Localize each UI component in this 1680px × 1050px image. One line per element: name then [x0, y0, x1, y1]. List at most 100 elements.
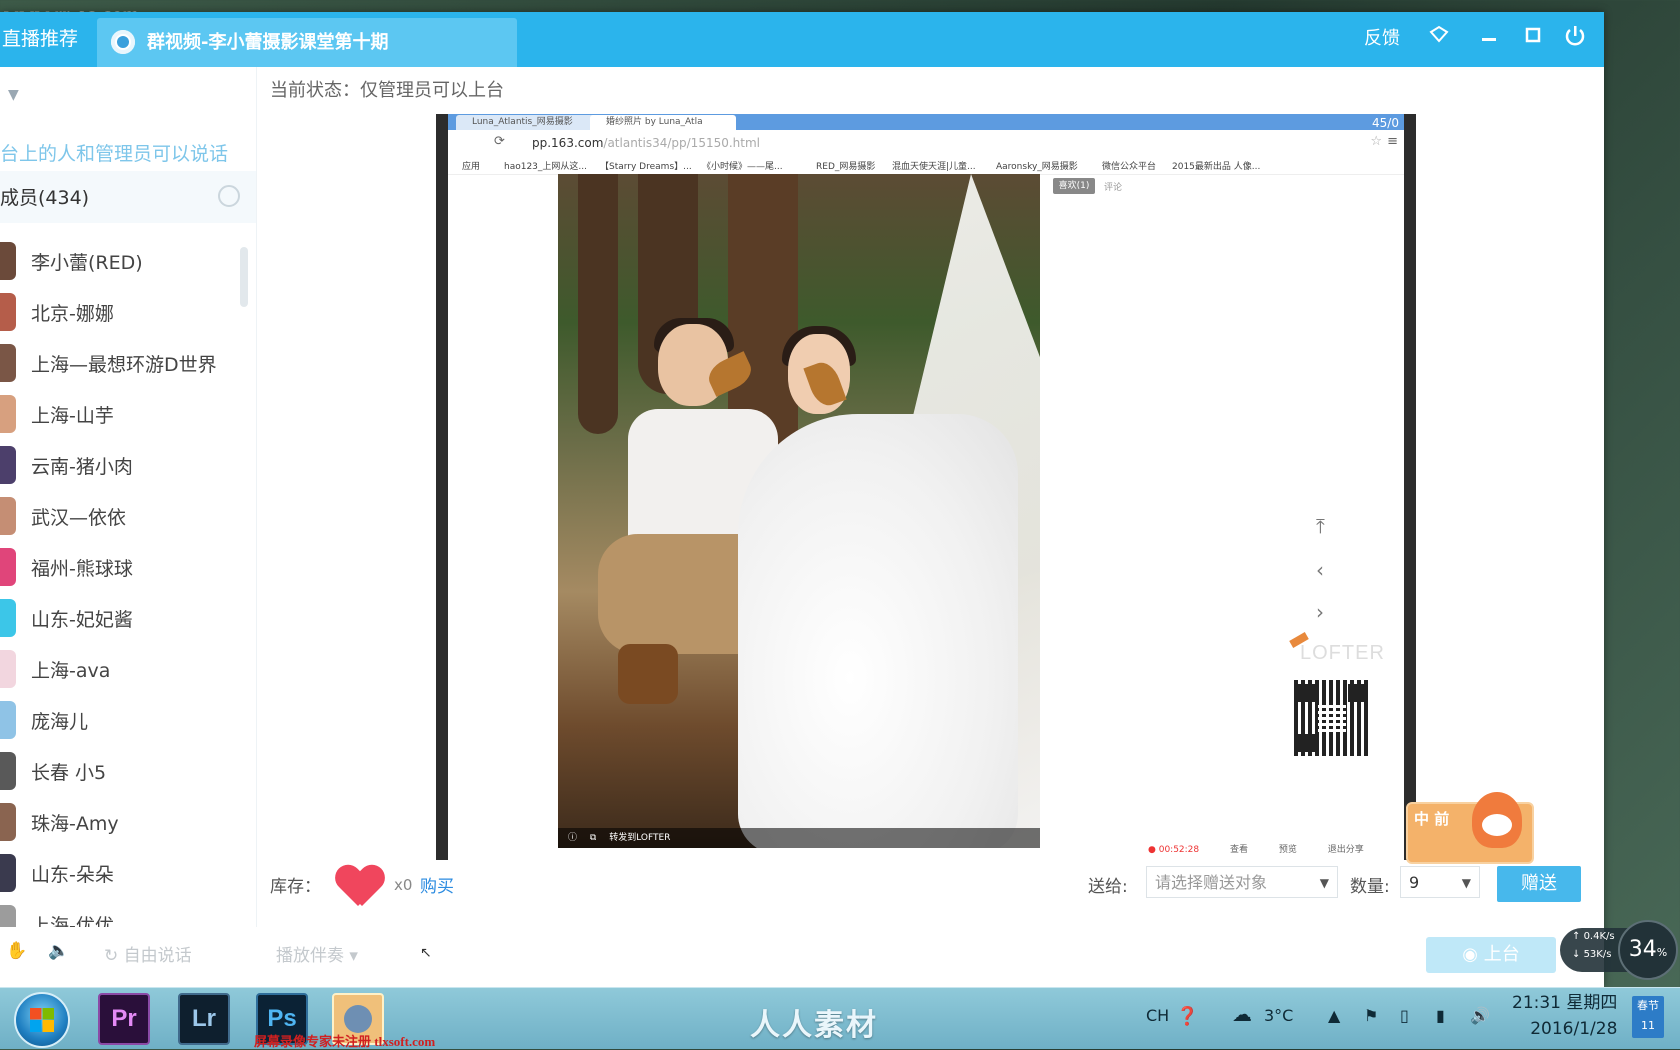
bookmark-item: 【Starry Dreams】... — [600, 162, 692, 172]
members-count: 成员(434) — [0, 187, 90, 209]
feedback-button[interactable]: 反馈 — [1364, 24, 1400, 54]
member-name: 上海-山芋 — [31, 405, 114, 427]
prev-icon: ‹ — [1316, 558, 1324, 582]
fox-mascot[interactable]: 中 前 — [1406, 792, 1534, 864]
search-icon[interactable] — [218, 185, 240, 207]
stock-label: 库存： — [270, 877, 321, 897]
avatar — [0, 701, 16, 739]
avatar — [0, 803, 16, 841]
bookmark-item: hao123_上网从这... — [504, 162, 587, 172]
list-item[interactable]: 珠海-Amy — [0, 796, 256, 847]
wedding-photo: ⓘ ⧉ 转发到LOFTER — [558, 174, 1040, 848]
bookmark-item: 应用 — [462, 162, 481, 172]
go-on-stage-button[interactable]: ◉ 上台 — [1426, 937, 1556, 973]
network-speed-widget[interactable]: ↑ 0.4K/s ↓ 53K/s 34% — [1560, 920, 1678, 980]
taskbar: Pr Lr Ps 人人素材 CH ❓ ☁ 3°C ▲ ⚑ ▯ ▮ 🔊 21:31… — [0, 987, 1680, 1049]
flag-icon[interactable]: ⚑ — [1364, 1006, 1378, 1025]
back-to-top-icon: ⤒ — [1316, 514, 1325, 538]
avatar — [0, 344, 16, 382]
qr-code — [1292, 678, 1372, 758]
language-indicator[interactable]: CH — [1146, 1006, 1169, 1025]
avatar — [0, 446, 16, 484]
minimize-icon[interactable] — [1474, 24, 1504, 56]
list-item[interactable]: 庞海儿 — [0, 694, 256, 745]
premiere-app[interactable]: Pr — [98, 993, 150, 1045]
collapse-arrow-icon[interactable]: ▼ — [8, 87, 19, 103]
browser-address-bar: ⟳ pp.163.com/atlantis34/pp/15150.html ☆ … — [448, 130, 1404, 157]
list-item[interactable]: 武汉—依依 — [0, 490, 256, 541]
list-item[interactable]: 福州-熊球球 — [0, 541, 256, 592]
hand-icon[interactable]: ✋ — [6, 941, 27, 961]
share-to-lofter: 转发到LOFTER — [609, 833, 671, 843]
help-icon[interactable]: ❓ — [1176, 1006, 1198, 1027]
clock[interactable]: 21:31 星期四 2016/1/28 — [1512, 990, 1617, 1042]
shared-screen: Luna_Atlantis_网易摄影 婚纱照片 by Luna_Atla ⟳ p… — [436, 114, 1416, 860]
free-talk-toggle[interactable]: ↻ 自由说话 — [104, 941, 192, 966]
avatar — [0, 395, 16, 433]
quantity-label: 数量: — [1350, 877, 1390, 897]
recipient-select[interactable]: 请选择赠送对象 ▼ — [1146, 866, 1338, 898]
weather-temp: 3°C — [1264, 1006, 1294, 1025]
tray-expand-icon[interactable]: ▲ — [1328, 1006, 1340, 1025]
fullscreen-icon: ⧉ — [589, 833, 597, 843]
avatar — [0, 752, 16, 790]
avatar — [0, 599, 16, 637]
volume-icon[interactable]: 🔊 — [1470, 1006, 1490, 1025]
buy-link[interactable]: 购买 — [420, 872, 454, 897]
skin-icon[interactable] — [1424, 24, 1454, 56]
user-icon: ◉ — [1462, 944, 1484, 965]
time: 21:31 星期四 — [1512, 993, 1618, 1013]
avatar — [0, 242, 16, 280]
member-name: 李小蕾(RED) — [31, 252, 143, 274]
network-icon[interactable]: ▮ — [1436, 1006, 1445, 1025]
chevron-down-icon: ▾ — [349, 946, 358, 966]
heart-gift-icon[interactable] — [336, 866, 380, 910]
list-item[interactable]: 李小蕾(RED) — [0, 235, 256, 286]
calendar-icon[interactable]: 春节 11 — [1632, 996, 1664, 1038]
list-item[interactable]: 上海—最想环游D世界 — [0, 337, 256, 388]
lofter-logo: LOFTER — [1300, 642, 1385, 664]
lightroom-app[interactable]: Lr — [178, 993, 230, 1045]
browser-url: pp.163.com/atlantis34/pp/15150.html — [532, 136, 761, 150]
tab-live-recommend[interactable]: 直播推荐 — [0, 12, 78, 67]
bookmark-item: Aaronsky_网易摄影 — [996, 162, 1078, 172]
chevron-down-icon: ▼ — [1319, 876, 1329, 890]
quantity-select[interactable]: 9 ▼ — [1400, 866, 1480, 898]
avatar — [0, 548, 16, 586]
speaker-icon[interactable]: 🔈 — [48, 941, 69, 961]
list-item[interactable]: 云南-猪小肉 — [0, 439, 256, 490]
list-item[interactable]: 上海-山芋 — [0, 388, 256, 439]
list-item[interactable]: 长春 小5 — [0, 745, 256, 796]
member-name: 上海—最想环游D世界 — [31, 354, 217, 376]
refresh-icon: ↻ — [104, 946, 124, 966]
power-icon[interactable] — [1560, 24, 1590, 58]
maximize-icon[interactable] — [1518, 24, 1548, 56]
bookmark-item: RED_网易摄影 — [816, 162, 876, 172]
date: 2016/1/28 — [1530, 1019, 1618, 1039]
browser-tabs: Luna_Atlantis_网易摄影 婚纱照片 by Luna_Atla — [448, 114, 1404, 130]
speaking-rule-notice: 台上的人和管理员可以说话 — [0, 143, 229, 165]
send-gift-button[interactable]: 赠送 — [1497, 866, 1581, 902]
list-item[interactable]: 北京-娜娜 — [0, 286, 256, 337]
comment-link: 评论 — [1104, 183, 1123, 193]
member-name: 珠海-Amy — [31, 813, 119, 835]
stock-count: x0 — [394, 876, 413, 894]
screen-counter: 45/0 — [1372, 116, 1399, 130]
qq-avatar-icon — [344, 1005, 372, 1033]
play-bgm-button[interactable]: 播放伴奏 ▾ — [276, 941, 358, 966]
chevron-down-icon: ▼ — [1461, 876, 1471, 890]
list-item[interactable]: 山东-妃妃酱 — [0, 592, 256, 643]
brand-watermark: 人人素材 — [750, 1008, 878, 1043]
start-button[interactable] — [14, 992, 70, 1048]
bookmark-item: 混血天使天涯|儿童... — [892, 162, 976, 172]
sidebar-scrollbar[interactable] — [240, 247, 248, 307]
member-sidebar: ▼ 台上的人和管理员可以说话 成员(434) 李小蕾(RED) 北京-娜娜上海—最… — [0, 67, 257, 943]
avatar — [0, 650, 16, 688]
menu-icon: ≡ — [1387, 134, 1398, 149]
list-item[interactable]: 上海-ava — [0, 643, 256, 694]
photo-action-bar: ⓘ ⧉ 转发到LOFTER — [558, 828, 1040, 848]
device-icon[interactable]: ▯ — [1400, 1006, 1409, 1025]
bookmark-item: 2015最新出品 人像... — [1172, 162, 1261, 172]
tab-group-video[interactable]: 群视频-李小蕾摄影课堂第十期(248589008) — [97, 18, 517, 102]
member-name: 山东-妃妃酱 — [31, 609, 133, 631]
